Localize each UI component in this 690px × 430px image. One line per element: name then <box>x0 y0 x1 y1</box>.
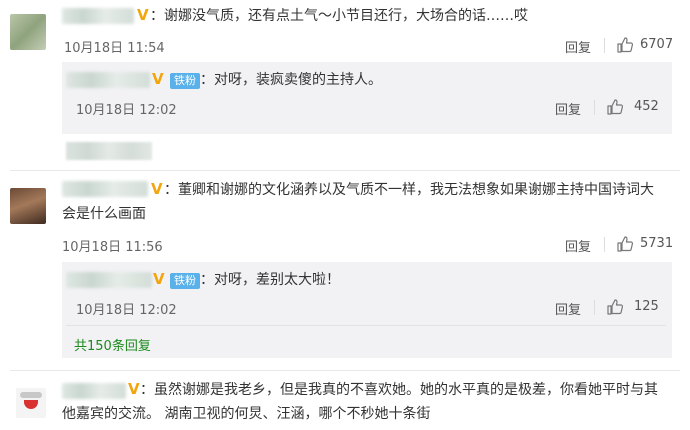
divider <box>10 170 680 171</box>
like-thumb-icon[interactable] <box>616 235 634 253</box>
reply-time: 10月18日 12:02 <box>76 303 177 318</box>
username-blurred[interactable] <box>62 383 126 399</box>
fan-badge: 铁粉 <box>170 273 200 289</box>
reply-text: ：对呀，差别太大啦！ <box>200 272 340 288</box>
comment-time: 10月18日 11:56 <box>62 240 163 255</box>
reply-time: 10月18日 12:02 <box>76 103 177 118</box>
comment-text: ：谢娜没气质，还有点土气～小节目还行，大场合的话……哎 <box>150 8 528 24</box>
more-replies-blurred[interactable] <box>66 142 152 160</box>
avatar[interactable] <box>10 188 46 224</box>
avatar-emblem <box>24 400 38 409</box>
vip-badge-icon: V <box>152 70 164 88</box>
comment-text-line1: ：董卿和谢娜的文化涵养以及气质不一样，我无法想象如果谢娜主持中国诗词大 <box>164 182 654 198</box>
avatar-emblem <box>20 392 42 398</box>
reply-button[interactable]: 回复 <box>555 99 581 118</box>
vip-badge-icon: V <box>153 270 165 288</box>
vip-badge-icon: V <box>128 380 140 398</box>
divider <box>10 370 680 371</box>
like-count: 125 <box>634 299 659 314</box>
comment-text-line2: 他嘉宾的交流。 湖南卫视的何炅、汪涵，哪个不秒她十条街 <box>62 406 431 422</box>
reply-button[interactable]: 回复 <box>565 37 591 56</box>
fan-badge: 铁粉 <box>170 73 200 89</box>
comment-time: 10月18日 11:54 <box>64 41 165 56</box>
reply-text: ：对呀，装疯卖傻的主持人。 <box>200 72 382 88</box>
divider <box>604 237 605 252</box>
like-count: 6707 <box>640 37 674 52</box>
username-blurred[interactable] <box>62 8 134 24</box>
comment-text-line1: ：虽然谢娜是我老乡，但是我真的不喜欢她。她的水平真的是极差，你看她平时与其 <box>140 382 658 398</box>
divider <box>594 100 595 115</box>
reply-button[interactable]: 回复 <box>565 236 591 255</box>
avatar[interactable] <box>16 388 46 418</box>
username-blurred[interactable] <box>62 181 148 197</box>
like-thumb-icon[interactable] <box>606 98 624 116</box>
divider <box>604 38 605 53</box>
username-blurred[interactable] <box>66 272 152 288</box>
like-thumb-icon[interactable] <box>616 36 634 54</box>
like-thumb-icon[interactable] <box>606 298 624 316</box>
avatar[interactable] <box>10 14 46 50</box>
username-blurred[interactable] <box>66 72 150 88</box>
divider <box>66 325 666 326</box>
reply-button[interactable]: 回复 <box>555 299 581 318</box>
vip-badge-icon: V <box>137 6 149 24</box>
like-count: 452 <box>634 99 659 114</box>
more-replies-link[interactable]: 共150条回复 <box>74 335 151 354</box>
comment-text-line2: 会是什么画面 <box>62 206 146 222</box>
like-count: 5731 <box>640 236 674 251</box>
vip-badge-icon: V <box>151 180 163 198</box>
divider <box>594 300 595 315</box>
